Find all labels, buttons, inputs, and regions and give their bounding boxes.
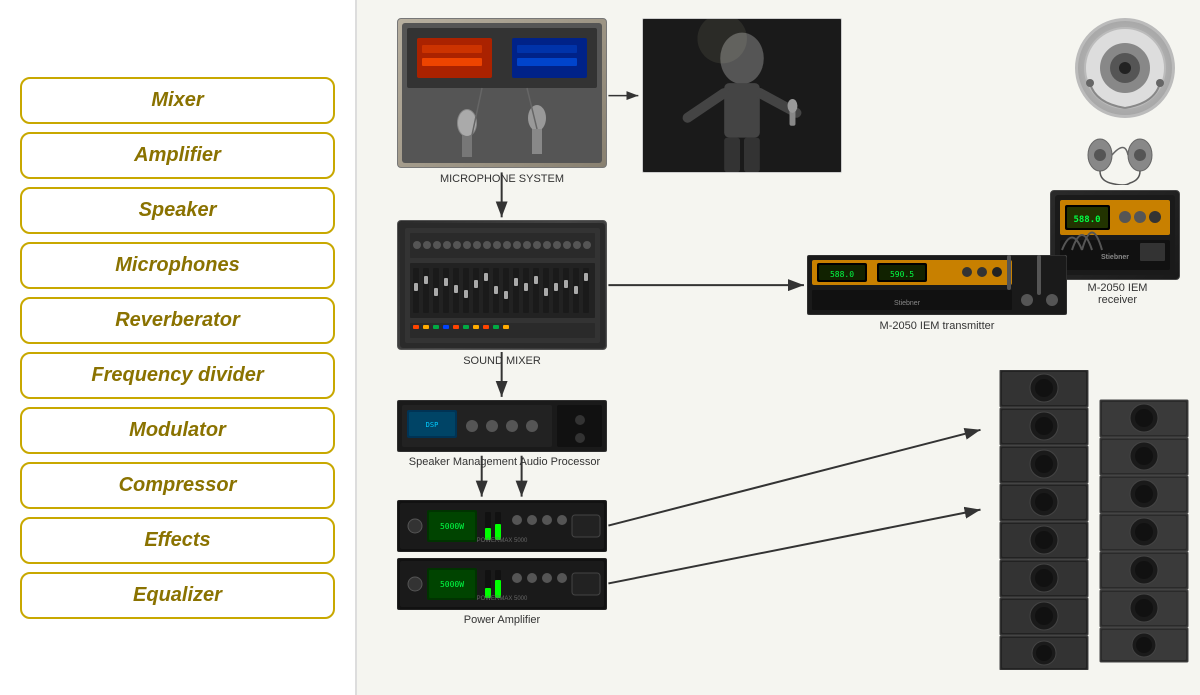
power-amp-label: Power Amplifier <box>397 614 607 626</box>
svg-text:POWERMAX 5000: POWERMAX 5000 <box>477 538 528 544</box>
sound-mixer-image <box>397 220 607 350</box>
earbuds-image <box>1070 125 1170 190</box>
sidebar-item-microphones[interactable]: Microphones <box>20 242 335 289</box>
iem-transmitter-label: M-2050 IEM transmitter <box>807 320 1067 332</box>
sidebar-item-frequency-divider[interactable]: Frequency divider <box>20 352 335 399</box>
mic-system-label: MICROPHONE SYSTEM <box>397 173 607 185</box>
iem-earphone-image <box>1075 18 1175 118</box>
audio-processor-label: Speaker Management Audio Processor <box>387 456 622 468</box>
signal-flow-diagram: MICROPHONE SYSTEM <box>357 0 1200 695</box>
sidebar-item-compressor[interactable]: Compressor <box>20 462 335 509</box>
performer-image <box>642 18 842 173</box>
svg-text:5000W: 5000W <box>440 580 464 589</box>
svg-text:590.5: 590.5 <box>890 270 914 279</box>
svg-text:588.0: 588.0 <box>830 270 854 279</box>
speaker-array-image <box>995 370 1195 670</box>
svg-text:5000W: 5000W <box>440 522 464 531</box>
svg-text:Stiebner: Stiebner <box>894 300 921 307</box>
sidebar-item-speaker[interactable]: Speaker <box>20 187 335 234</box>
iem-transmitter-unit: 588.0 590.5 Stiebner <box>807 255 1067 315</box>
svg-text:DSP: DSP <box>426 421 439 429</box>
sidebar-item-equalizer[interactable]: Equalizer <box>20 572 335 619</box>
power-amp-2-unit: 5000W POWERMAX 5000 <box>397 558 607 610</box>
diagram-area: MICROPHONE SYSTEM <box>355 0 1200 695</box>
svg-text:POWERMAX 5000: POWERMAX 5000 <box>477 596 528 602</box>
sidebar-item-reverberator[interactable]: Reverberator <box>20 297 335 344</box>
power-amp-1-unit: 5000W POWERMAX 5000 <box>397 500 607 552</box>
mic-system-image <box>397 18 607 168</box>
audio-processor-unit: DSP <box>397 400 607 452</box>
wireless-signal-icon <box>1057 215 1117 260</box>
sidebar-item-modulator[interactable]: Modulator <box>20 407 335 454</box>
sidebar-item-amplifier[interactable]: Amplifier <box>20 132 335 179</box>
iem-receiver-label: M-2050 IEM receiver <box>1050 282 1185 306</box>
sidebar-item-mixer[interactable]: Mixer <box>20 77 335 124</box>
sidebar-item-effects[interactable]: Effects <box>20 517 335 564</box>
sidebar: Mixer Amplifier Speaker Microphones Reve… <box>0 0 355 695</box>
sound-mixer-label: SOUND MIXER <box>397 355 607 367</box>
